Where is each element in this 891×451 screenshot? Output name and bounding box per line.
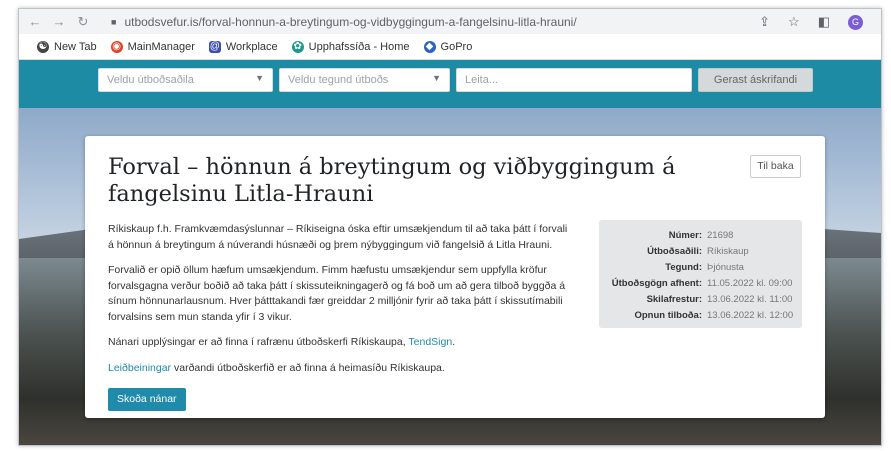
gopro-icon: ◆ xyxy=(423,40,436,53)
bookmark-label: GoPro xyxy=(440,40,473,53)
page-title: Forval – hönnun á breytingum og viðbyggi… xyxy=(108,154,676,207)
bookmark-new-tab[interactable]: ☯ New Tab xyxy=(37,40,97,53)
paragraph-text: . xyxy=(452,336,456,348)
profile-avatar[interactable]: G xyxy=(848,14,863,30)
type-select-value: Veldu tegund útboðs xyxy=(288,74,389,86)
bookmark-mainmanager[interactable]: ◉ MainManager xyxy=(110,40,195,53)
info-value: Þjónusta xyxy=(707,262,744,273)
bookmark-upphafssida[interactable]: ✿ Upphafssíða - Home xyxy=(291,40,410,53)
star-icon[interactable]: ☆ xyxy=(788,14,800,30)
reload-icon[interactable]: ↻ xyxy=(75,14,91,30)
info-key: Útboðsgögn afhent: xyxy=(611,278,702,289)
chevron-down-icon: ▼ xyxy=(432,73,441,83)
info-key: Tegund: xyxy=(665,262,702,273)
info-value: 11.05.2022 kl. 09:00 xyxy=(707,278,793,289)
bookmarks-bar: ☯ New Tab ◉ MainManager @ Workplace ✿ Up… xyxy=(19,34,881,60)
info-row: Númer: 21698 xyxy=(599,230,802,246)
new-tab-icon: ☯ xyxy=(37,40,49,53)
tendsign-link[interactable]: TendSign xyxy=(408,336,452,348)
info-key: Útboðsaðili: xyxy=(647,246,702,257)
info-row: Opnun tilboða: 13.06.2022 kl. 12:00 xyxy=(599,310,802,326)
view-details-button[interactable]: Skoða nánar xyxy=(108,388,186,411)
info-value: Ríkiskaup xyxy=(707,246,749,257)
search-input[interactable]: Leita... xyxy=(456,68,692,92)
chevron-down-icon: ▼ xyxy=(255,73,264,83)
description-paragraph: Nánari upplýsingar er að finna í rafrænu… xyxy=(108,335,573,351)
share-icon[interactable]: ⇪ xyxy=(759,14,770,30)
info-key: Númer: xyxy=(668,230,702,241)
info-row: Útboðsgögn afhent: 11.05.2022 kl. 09:00 xyxy=(599,278,802,294)
description-paragraph: Forvalið er opið öllum hæfum umsækjendum… xyxy=(108,264,566,323)
instructions-link[interactable]: Leiðbeiningar xyxy=(108,362,171,374)
forward-arrow-icon[interactable]: → xyxy=(51,14,67,29)
info-row: Tegund: Þjónusta xyxy=(599,262,802,278)
info-row: Útboðsaðili: Ríkiskaup xyxy=(599,246,802,262)
sidepanel-icon[interactable]: ◧ xyxy=(818,14,830,30)
info-row: Skilafrestur: 13.06.2022 kl. 11:00 xyxy=(599,294,802,310)
paragraph-text: varðandi útboðskerfið er að finna á heim… xyxy=(171,361,445,374)
info-value: 21698 xyxy=(707,230,734,241)
url-text[interactable]: utbodsvefur.is/forval-honnun-a-breytingu… xyxy=(124,15,576,29)
info-value: 13.06.2022 kl. 11:00 xyxy=(707,294,793,305)
workplace-icon: @ xyxy=(208,40,221,53)
back-button[interactable]: Til baka xyxy=(750,155,801,178)
tender-description: Ríkiskaup f.h. Framkvæmdasýslunnar – Rík… xyxy=(108,222,573,411)
bookmark-gopro[interactable]: ◆ GoPro xyxy=(423,40,473,53)
info-key: Skilafrestur: xyxy=(646,294,702,305)
description-paragraph: Leiðbeiningar varðandi útboðskerfið er a… xyxy=(108,361,573,377)
bookmark-workplace[interactable]: @ Workplace xyxy=(208,40,278,53)
bookmark-label: Workplace xyxy=(225,40,278,53)
back-arrow-icon[interactable]: ← xyxy=(27,14,43,29)
mainmanager-icon: ◉ xyxy=(110,40,123,53)
browser-window: ← → ↻ ■ utbodsvefur.is/forval-honnun-a-b… xyxy=(18,8,882,446)
owner-select[interactable]: Veldu útboðsaðila ▼ xyxy=(98,68,273,92)
lock-icon[interactable]: ■ xyxy=(111,17,116,27)
address-bar-row: ← → ↻ ■ utbodsvefur.is/forval-honnun-a-b… xyxy=(19,9,881,34)
paragraph-text: Nánari upplýsingar er að finna í rafrænu… xyxy=(108,336,409,348)
info-value: 13.06.2022 kl. 12:00 xyxy=(707,310,794,321)
info-key: Opnun tilboða: xyxy=(634,310,702,321)
owner-select-value: Veldu útboðsaðila xyxy=(107,74,194,86)
subscribe-button[interactable]: Gerast áskrifandi xyxy=(698,68,813,92)
bookmark-label: New Tab xyxy=(54,40,97,53)
bookmark-label: Upphafssíða - Home xyxy=(308,40,410,53)
tender-info-box: Númer: 21698 Útboðsaðili: Ríkiskaup Tegu… xyxy=(599,220,802,328)
site-header: Veldu útboðsaðila ▼ Veldu tegund útboðs … xyxy=(19,60,881,108)
upphafssida-icon: ✿ xyxy=(291,40,304,53)
type-select[interactable]: Veldu tegund útboðs ▼ xyxy=(279,68,450,92)
tender-card: Forval – hönnun á breytingum og viðbyggi… xyxy=(85,136,825,418)
bookmark-label: MainManager xyxy=(127,40,195,53)
description-paragraph: Ríkiskaup f.h. Framkvæmdasýslunnar – Rík… xyxy=(108,223,568,251)
